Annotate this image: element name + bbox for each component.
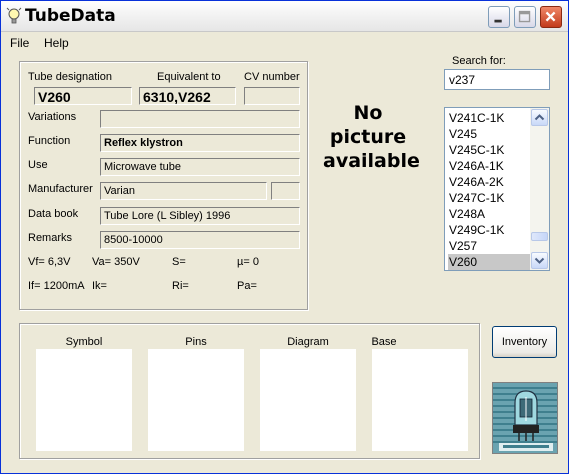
param-pa: Pa= (237, 280, 257, 292)
cv-number-field[interactable] (244, 87, 300, 105)
no-picture-line-3: available (323, 150, 420, 172)
designation-field[interactable]: V260 (34, 87, 132, 105)
equivalent-label: Equivalent to (157, 71, 221, 83)
list-scrollbar[interactable] (530, 108, 549, 270)
designation-label: Tube designation (28, 71, 112, 83)
param-va: Va= 350V (92, 256, 140, 268)
scroll-up-button[interactable] (531, 109, 548, 126)
tube-list-item[interactable]: V257 (448, 238, 530, 254)
tube-list-item[interactable]: V248A (448, 206, 530, 222)
title-bar[interactable]: TubeData (1, 1, 568, 32)
pins-panel (148, 349, 244, 451)
databook-label: Data book (28, 208, 79, 220)
search-label: Search for: (452, 55, 506, 67)
diagram-panel (260, 349, 356, 451)
manufacturer-label: Manufacturer (28, 183, 93, 195)
param-if: If= 1200mA (28, 280, 85, 292)
manufacturer-extra-field[interactable] (271, 182, 300, 200)
window-title: TubeData (25, 6, 116, 26)
param-mu: µ= 0 (237, 256, 259, 268)
use-label: Use (28, 159, 48, 171)
variations-label: Variations (28, 111, 77, 123)
minimize-icon (494, 19, 502, 23)
databook-field[interactable]: Tube Lore (L Sibley) 1996 (100, 207, 300, 225)
tube-list-item[interactable]: V245 (448, 126, 530, 142)
maximize-icon (518, 10, 531, 23)
menu-file[interactable]: File (10, 36, 29, 50)
symbol-panel (36, 349, 132, 451)
base-label: Base (371, 336, 397, 348)
tube-list-item[interactable]: V260 (448, 254, 530, 270)
param-vf: Vf= 6,3V (28, 256, 71, 268)
base-panel (372, 349, 468, 451)
arrow-up-icon (534, 114, 545, 121)
tube-list-item[interactable]: V241C-1K (448, 110, 530, 126)
scroll-thumb[interactable] (531, 232, 548, 241)
menu-help[interactable]: Help (44, 36, 69, 50)
tube-list-item[interactable]: V247C-1K (448, 190, 530, 206)
tube-logo-image (493, 383, 557, 453)
no-picture-line-1: No (353, 102, 383, 124)
cv-number-label: CV number (244, 71, 300, 83)
vacuum-tube-logo[interactable] (492, 382, 558, 454)
remarks-label: Remarks (28, 232, 73, 244)
menu-bar: File Help (1, 33, 568, 53)
main-window: TubeData File Help Tube designation Equi… (0, 0, 569, 474)
scroll-down-button[interactable] (531, 252, 548, 269)
minimize-button[interactable] (488, 6, 510, 28)
tube-list-item[interactable]: V245C-1K (448, 142, 530, 158)
no-picture-line-2: picture (329, 126, 407, 148)
manufacturer-field[interactable]: Varian (100, 182, 267, 200)
lightbulb-icon (6, 7, 22, 24)
maximize-button[interactable] (514, 6, 536, 28)
inventory-button[interactable]: Inventory (492, 326, 557, 358)
equivalent-field[interactable]: 6310,V262 (139, 87, 236, 105)
pins-label: Pins (185, 336, 207, 348)
close-icon (545, 11, 556, 22)
tube-list-item[interactable]: V246A-2K (448, 174, 530, 190)
function-label: Function (28, 135, 71, 147)
search-input[interactable]: v237 (444, 69, 550, 90)
param-ri: Ri= (172, 280, 189, 292)
tube-list-item[interactable]: V246A-1K (448, 158, 530, 174)
arrow-down-icon (534, 257, 545, 264)
tube-listbox[interactable]: V241C-1K V245 V245C-1K V246A-1K V246A-2K V247… (444, 107, 550, 271)
function-field[interactable]: Reflex klystron (100, 134, 300, 152)
remarks-field[interactable]: 8500-10000 (100, 231, 300, 249)
variations-field[interactable] (100, 110, 300, 128)
symbol-label: Symbol (65, 336, 103, 348)
close-button[interactable] (540, 6, 562, 28)
param-s: S= (172, 256, 186, 268)
no-picture-message: No picture available (323, 101, 420, 173)
param-ik: Ik= (92, 280, 107, 292)
use-field[interactable]: Microwave tube (100, 158, 300, 176)
tube-list-item[interactable]: V249C-1K (448, 222, 530, 238)
